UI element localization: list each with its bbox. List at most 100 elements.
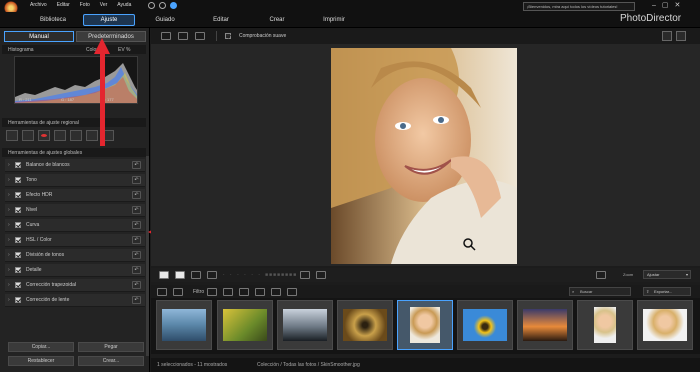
list-item-balance-de-blancos[interactable]: › Balance de blancos ↶ — [5, 159, 145, 172]
crop-tool-icon[interactable] — [6, 130, 18, 141]
radial-filter-icon[interactable] — [86, 130, 98, 141]
reset-icon[interactable]: ↶ — [132, 251, 141, 259]
tab-ajuste[interactable]: Ajuste — [83, 14, 135, 26]
flag-icon[interactable] — [207, 271, 217, 279]
menu-archivo[interactable]: Archivo — [30, 2, 47, 8]
maximize-icon[interactable]: ▢ — [662, 1, 669, 9]
spot-removal-icon[interactable] — [22, 130, 34, 141]
menu-editar[interactable]: Editar — [57, 2, 70, 8]
thumbnail[interactable] — [217, 300, 273, 350]
tab-manual[interactable]: Manual — [4, 31, 74, 42]
list-item-detalle[interactable]: › Detalle ↶ — [5, 264, 145, 277]
list-item-correccion-de-lente[interactable]: › Corrección de lente ↶ — [5, 294, 145, 307]
sort-icon[interactable] — [596, 271, 606, 279]
list-item-efecto-hdr[interactable]: › Efecto HDR ↶ — [5, 189, 145, 202]
color-labels[interactable]: ■■■■■■■■ — [265, 272, 297, 278]
checkbox[interactable] — [15, 207, 21, 213]
grid-view-icon[interactable] — [195, 32, 205, 40]
histogram-header[interactable]: Histograma Color EV % — [2, 45, 146, 54]
fullscreen-icon[interactable] — [316, 271, 327, 279]
single-view-icon[interactable] — [178, 32, 188, 40]
rating-stars[interactable]: · · · · · · — [223, 272, 262, 278]
menu-ver[interactable]: Ver — [100, 2, 108, 8]
export-button[interactable]: ⇪ Exportar... — [643, 287, 691, 296]
paste-button[interactable]: Pegar — [78, 342, 144, 352]
settings-icon[interactable] — [148, 2, 155, 9]
tab-guiado[interactable]: Guiado — [148, 14, 182, 26]
global-tools-header[interactable]: Herramientas de ajustes globales — [2, 148, 146, 157]
minimize-icon[interactable]: – — [652, 2, 656, 9]
notification-icon[interactable] — [159, 2, 166, 9]
tab-imprimir[interactable]: Imprimir — [318, 14, 350, 26]
create-button[interactable]: Crear... — [78, 356, 144, 366]
reset-icon[interactable]: ↶ — [132, 161, 141, 169]
update-icon[interactable] — [170, 2, 177, 9]
thumbnail[interactable] — [277, 300, 333, 350]
smooth-check-checkbox[interactable] — [225, 33, 231, 39]
list-item-division-de-tonos[interactable]: › División de tonos ↶ — [5, 249, 145, 262]
checkbox[interactable] — [15, 252, 21, 258]
zoom-select[interactable]: Ajustar ▾ — [643, 270, 691, 279]
refresh-icon[interactable] — [300, 271, 311, 279]
reset-icon[interactable]: ↶ — [132, 296, 141, 304]
gradient-mask-icon[interactable] — [70, 130, 82, 141]
menu-ayuda[interactable]: Ayuda — [117, 2, 131, 8]
checkbox[interactable] — [15, 192, 21, 198]
menu-foto[interactable]: Foto — [80, 2, 90, 8]
list-item-curva[interactable]: › Curva ↶ — [5, 219, 145, 232]
panel-scrollbar[interactable] — [146, 156, 149, 356]
tutorial-search[interactable]: ¡Bienvenidos, mira aquí todos los vídeos… — [523, 2, 635, 11]
thumbnail[interactable] — [517, 300, 573, 350]
thumbnail-selected[interactable] — [397, 300, 453, 350]
filter-rating-icon[interactable] — [223, 287, 234, 296]
checkbox[interactable] — [15, 282, 21, 288]
copy-button[interactable]: Copiar... — [8, 342, 74, 352]
rotate-icon[interactable] — [191, 271, 201, 279]
search-input[interactable]: ⌕ Buscar — [569, 287, 631, 296]
thumbnail[interactable] — [337, 300, 393, 350]
reset-button[interactable]: Restablecer — [8, 356, 74, 366]
compact-view-icon[interactable] — [159, 271, 169, 279]
checkbox[interactable] — [15, 162, 21, 168]
reset-icon[interactable]: ↶ — [132, 191, 141, 199]
reset-icon[interactable]: ↶ — [132, 236, 141, 244]
thumbnail[interactable] — [637, 300, 693, 350]
tab-biblioteca[interactable]: Biblioteca — [35, 14, 71, 26]
filter-edit-icon[interactable] — [239, 287, 250, 296]
filter-more-icon[interactable] — [255, 287, 266, 296]
tab-predeterminados[interactable]: Predeterminados — [76, 31, 146, 42]
thumbnail[interactable] — [577, 300, 633, 350]
checkbox[interactable] — [15, 222, 21, 228]
tab-editar[interactable]: Editar — [206, 14, 236, 26]
thumbnail[interactable] — [457, 300, 513, 350]
reset-icon[interactable]: ↶ — [132, 176, 141, 184]
sort-list-icon[interactable] — [271, 287, 282, 296]
list-item-hsl-color[interactable]: › HSL / Color ↶ — [5, 234, 145, 247]
red-eye-icon[interactable] — [38, 130, 50, 141]
zoom-tool-icon[interactable] — [662, 31, 672, 41]
grid-small-icon[interactable] — [173, 287, 183, 296]
checkbox[interactable] — [15, 177, 21, 183]
hand-tool-icon[interactable] — [676, 31, 686, 41]
main-photo[interactable] — [331, 48, 517, 264]
close-icon[interactable]: ✕ — [675, 1, 681, 9]
compare-view-icon[interactable] — [161, 32, 171, 40]
reset-icon[interactable]: ↶ — [132, 206, 141, 214]
stack-icon[interactable] — [287, 287, 298, 296]
checkbox[interactable] — [15, 297, 21, 303]
list-view-icon[interactable] — [157, 287, 167, 296]
list-item-tono[interactable]: › Tono ↶ — [5, 174, 145, 187]
list-item-nivel[interactable]: › Nivel ↶ — [5, 204, 145, 217]
reset-icon[interactable]: ↶ — [132, 281, 141, 289]
tab-crear[interactable]: Crear — [262, 14, 292, 26]
filter-flag-icon[interactable] — [207, 287, 218, 296]
brush-tool-icon[interactable] — [54, 130, 66, 141]
regional-tools-header[interactable]: Herramientas de ajuste regional — [2, 118, 146, 127]
checkbox[interactable] — [15, 267, 21, 273]
reset-icon[interactable]: ↶ — [132, 221, 141, 229]
checkbox[interactable] — [15, 237, 21, 243]
large-view-icon[interactable] — [175, 271, 185, 279]
list-item-correccion-trapezoidal[interactable]: › Corrección trapezoidal ↶ — [5, 279, 145, 292]
thumbnail[interactable] — [156, 300, 212, 350]
reset-icon[interactable]: ↶ — [132, 266, 141, 274]
